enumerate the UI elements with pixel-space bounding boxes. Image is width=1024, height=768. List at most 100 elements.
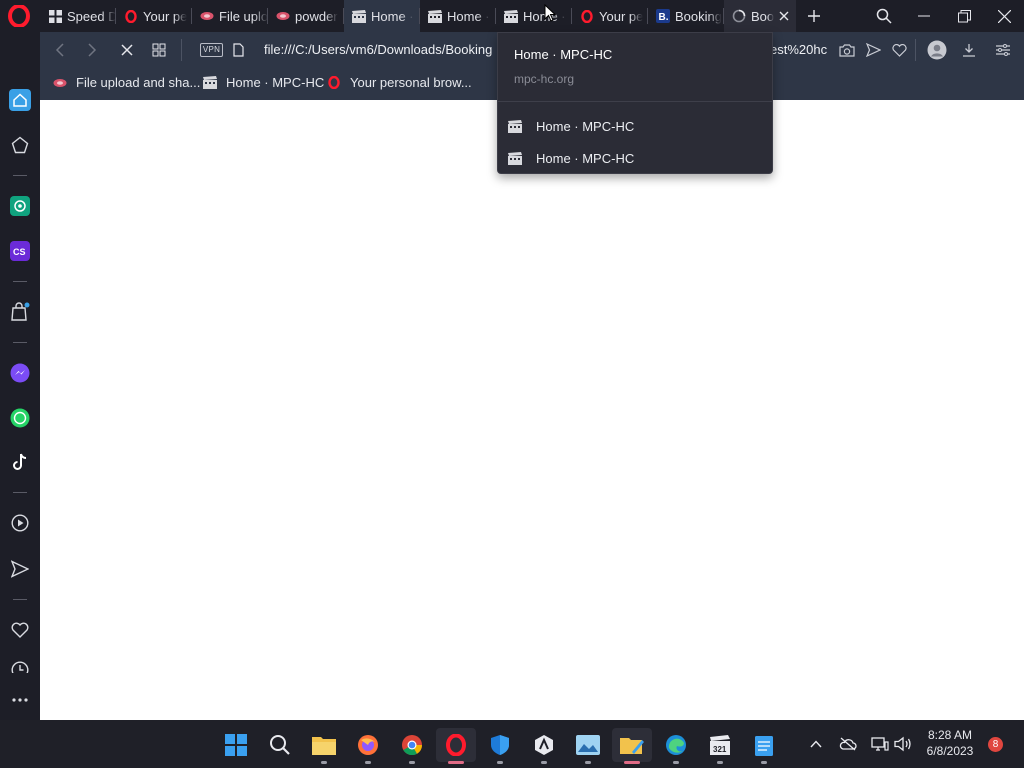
running-indicator [624,761,640,764]
page-content[interactable] [40,100,1024,720]
sidebar-player-button[interactable] [8,511,32,535]
taskbar-file-manager-active[interactable] [612,728,652,764]
notification-badge[interactable]: 8 [988,737,1003,752]
preview-tab-item[interactable]: Home · MPC-HC [508,114,768,138]
taskbar-firefox[interactable] [348,728,388,764]
taskbar-notepad[interactable] [744,728,784,764]
tab-speed-dial[interactable]: Speed D [40,0,116,32]
tab-strip: Speed D Your pe File uplo powder Home · … [0,0,1024,32]
tab-booking[interactable]: B. Booking [648,0,724,32]
tab-close-icon[interactable] [776,8,792,24]
taskbar-edge[interactable] [656,728,696,764]
sidebar-messenger-button[interactable] [8,361,32,385]
svg-text:B.: B. [659,12,669,23]
pinboard-icon [11,136,29,154]
easy-setup-menu-button[interactable] [993,40,1013,60]
photos-icon [576,735,600,755]
mpc-hc-icon: 321 [710,735,730,755]
tab-file-upload[interactable]: File uplo [192,0,268,32]
tab-home-mpc-hc-2[interactable]: Home · [420,0,496,32]
page-info-button[interactable] [228,40,248,60]
close-window-button[interactable] [984,0,1024,32]
send-to-flow-button[interactable] [863,40,883,60]
bookmark-your-personal-browser[interactable]: Your personal brow... [327,75,472,90]
sidebar-bookmarks-button[interactable] [8,618,32,642]
back-button[interactable] [50,40,70,60]
stop-loading-button[interactable] [117,40,137,60]
address-url-tail[interactable]: est%20hc [770,42,827,57]
tiktok-icon [13,453,27,470]
volume-tray-icon[interactable] [893,734,913,754]
bookmark-heart-button[interactable] [889,40,909,60]
sidebar-more-button[interactable] [8,688,32,712]
svg-text:321: 321 [713,745,727,754]
folder-pen-icon [620,738,644,754]
taskbar-chrome[interactable] [392,728,432,764]
sidebar-separator [13,492,27,493]
grid-icon [48,9,62,23]
heart-icon [891,43,907,57]
mpc-hc-icon [508,151,522,165]
chrome-icon [402,735,423,756]
opera-icon [124,9,138,23]
new-tab-plus-icon[interactable] [804,6,824,26]
search-icon [876,8,892,24]
minimize-button[interactable] [904,0,944,32]
easy-setup-button[interactable] [149,40,169,60]
restore-button[interactable] [944,0,984,32]
send-icon [11,560,29,578]
sidebar-chatsonic-button[interactable]: CS [8,239,32,263]
running-indicator [673,761,679,764]
start-button[interactable] [216,728,256,762]
camera-icon [839,44,855,57]
toolbar-divider [915,39,916,61]
search-icon [270,735,290,755]
taskbar-app-hex[interactable] [524,728,564,764]
snapshot-button[interactable] [837,40,857,60]
taskbar-clock[interactable]: 8:28 AM 6/8/2023 [918,727,982,759]
show-hidden-icons-button[interactable] [806,734,826,754]
sidebar-chatgpt-button[interactable] [8,194,32,218]
bookmark-home-mpc-hc[interactable]: Home · MPC-HC [203,75,324,90]
sidebar-home-button[interactable] [8,88,32,112]
sidebar-whatsapp-button[interactable] [8,406,32,430]
taskbar-mpc-hc[interactable]: 321 [700,728,740,764]
tab-search-button[interactable] [864,0,904,32]
sidebar-history-button[interactable] [8,661,32,673]
opera-logo-icon[interactable] [8,5,30,27]
chatgpt-icon [10,196,30,216]
tab-title: powder [295,8,338,24]
onedrive-tray-icon[interactable] [838,734,858,754]
bookmark-label: Your personal brow... [350,75,472,90]
taskbar-windows-security[interactable] [480,728,520,764]
taskbar-opera[interactable] [436,728,476,764]
address-url[interactable]: file:///C:/Users/vm6/Downloads/Booking [264,42,492,57]
sidebar-pinboards-button[interactable] [8,133,32,157]
sidebar-tiktok-button[interactable] [8,450,32,474]
profile-button[interactable] [927,40,947,60]
taskbar-search-button[interactable] [260,728,300,762]
vpn-badge[interactable]: VPN [200,43,223,57]
tab-your-personal-browser-2[interactable]: Your pe [572,0,648,32]
bookmark-file-upload[interactable]: File upload and sha... [53,75,200,90]
preview-item-label: Home · MPC-HC [536,150,635,166]
network-tray-icon[interactable] [870,734,890,754]
tab-home-mpc-hc-3[interactable]: Home · [496,0,572,32]
sidebar: CS [0,32,40,720]
sidebar-shopping-button[interactable] [8,300,32,324]
preview-tab-item[interactable]: Home · MPC-HC [508,146,768,170]
tab-your-personal-browser[interactable]: Your pe [116,0,192,32]
forward-button[interactable] [82,40,102,60]
loading-spinner-icon [732,9,746,23]
taskbar-file-explorer[interactable] [304,728,344,764]
running-indicator [409,761,415,764]
running-indicator [717,761,723,764]
downloads-button[interactable] [959,40,979,60]
mpc-hc-icon [504,9,518,23]
tab-powder[interactable]: powder [268,0,344,32]
tab-home-mpc-hc-1[interactable]: Home · [344,0,420,32]
taskbar-photos[interactable] [568,728,608,764]
svg-text:CS: CS [13,247,26,257]
tab-list: Speed D Your pe File uplo powder Home · … [40,0,796,32]
sidebar-flow-button[interactable] [8,557,32,581]
